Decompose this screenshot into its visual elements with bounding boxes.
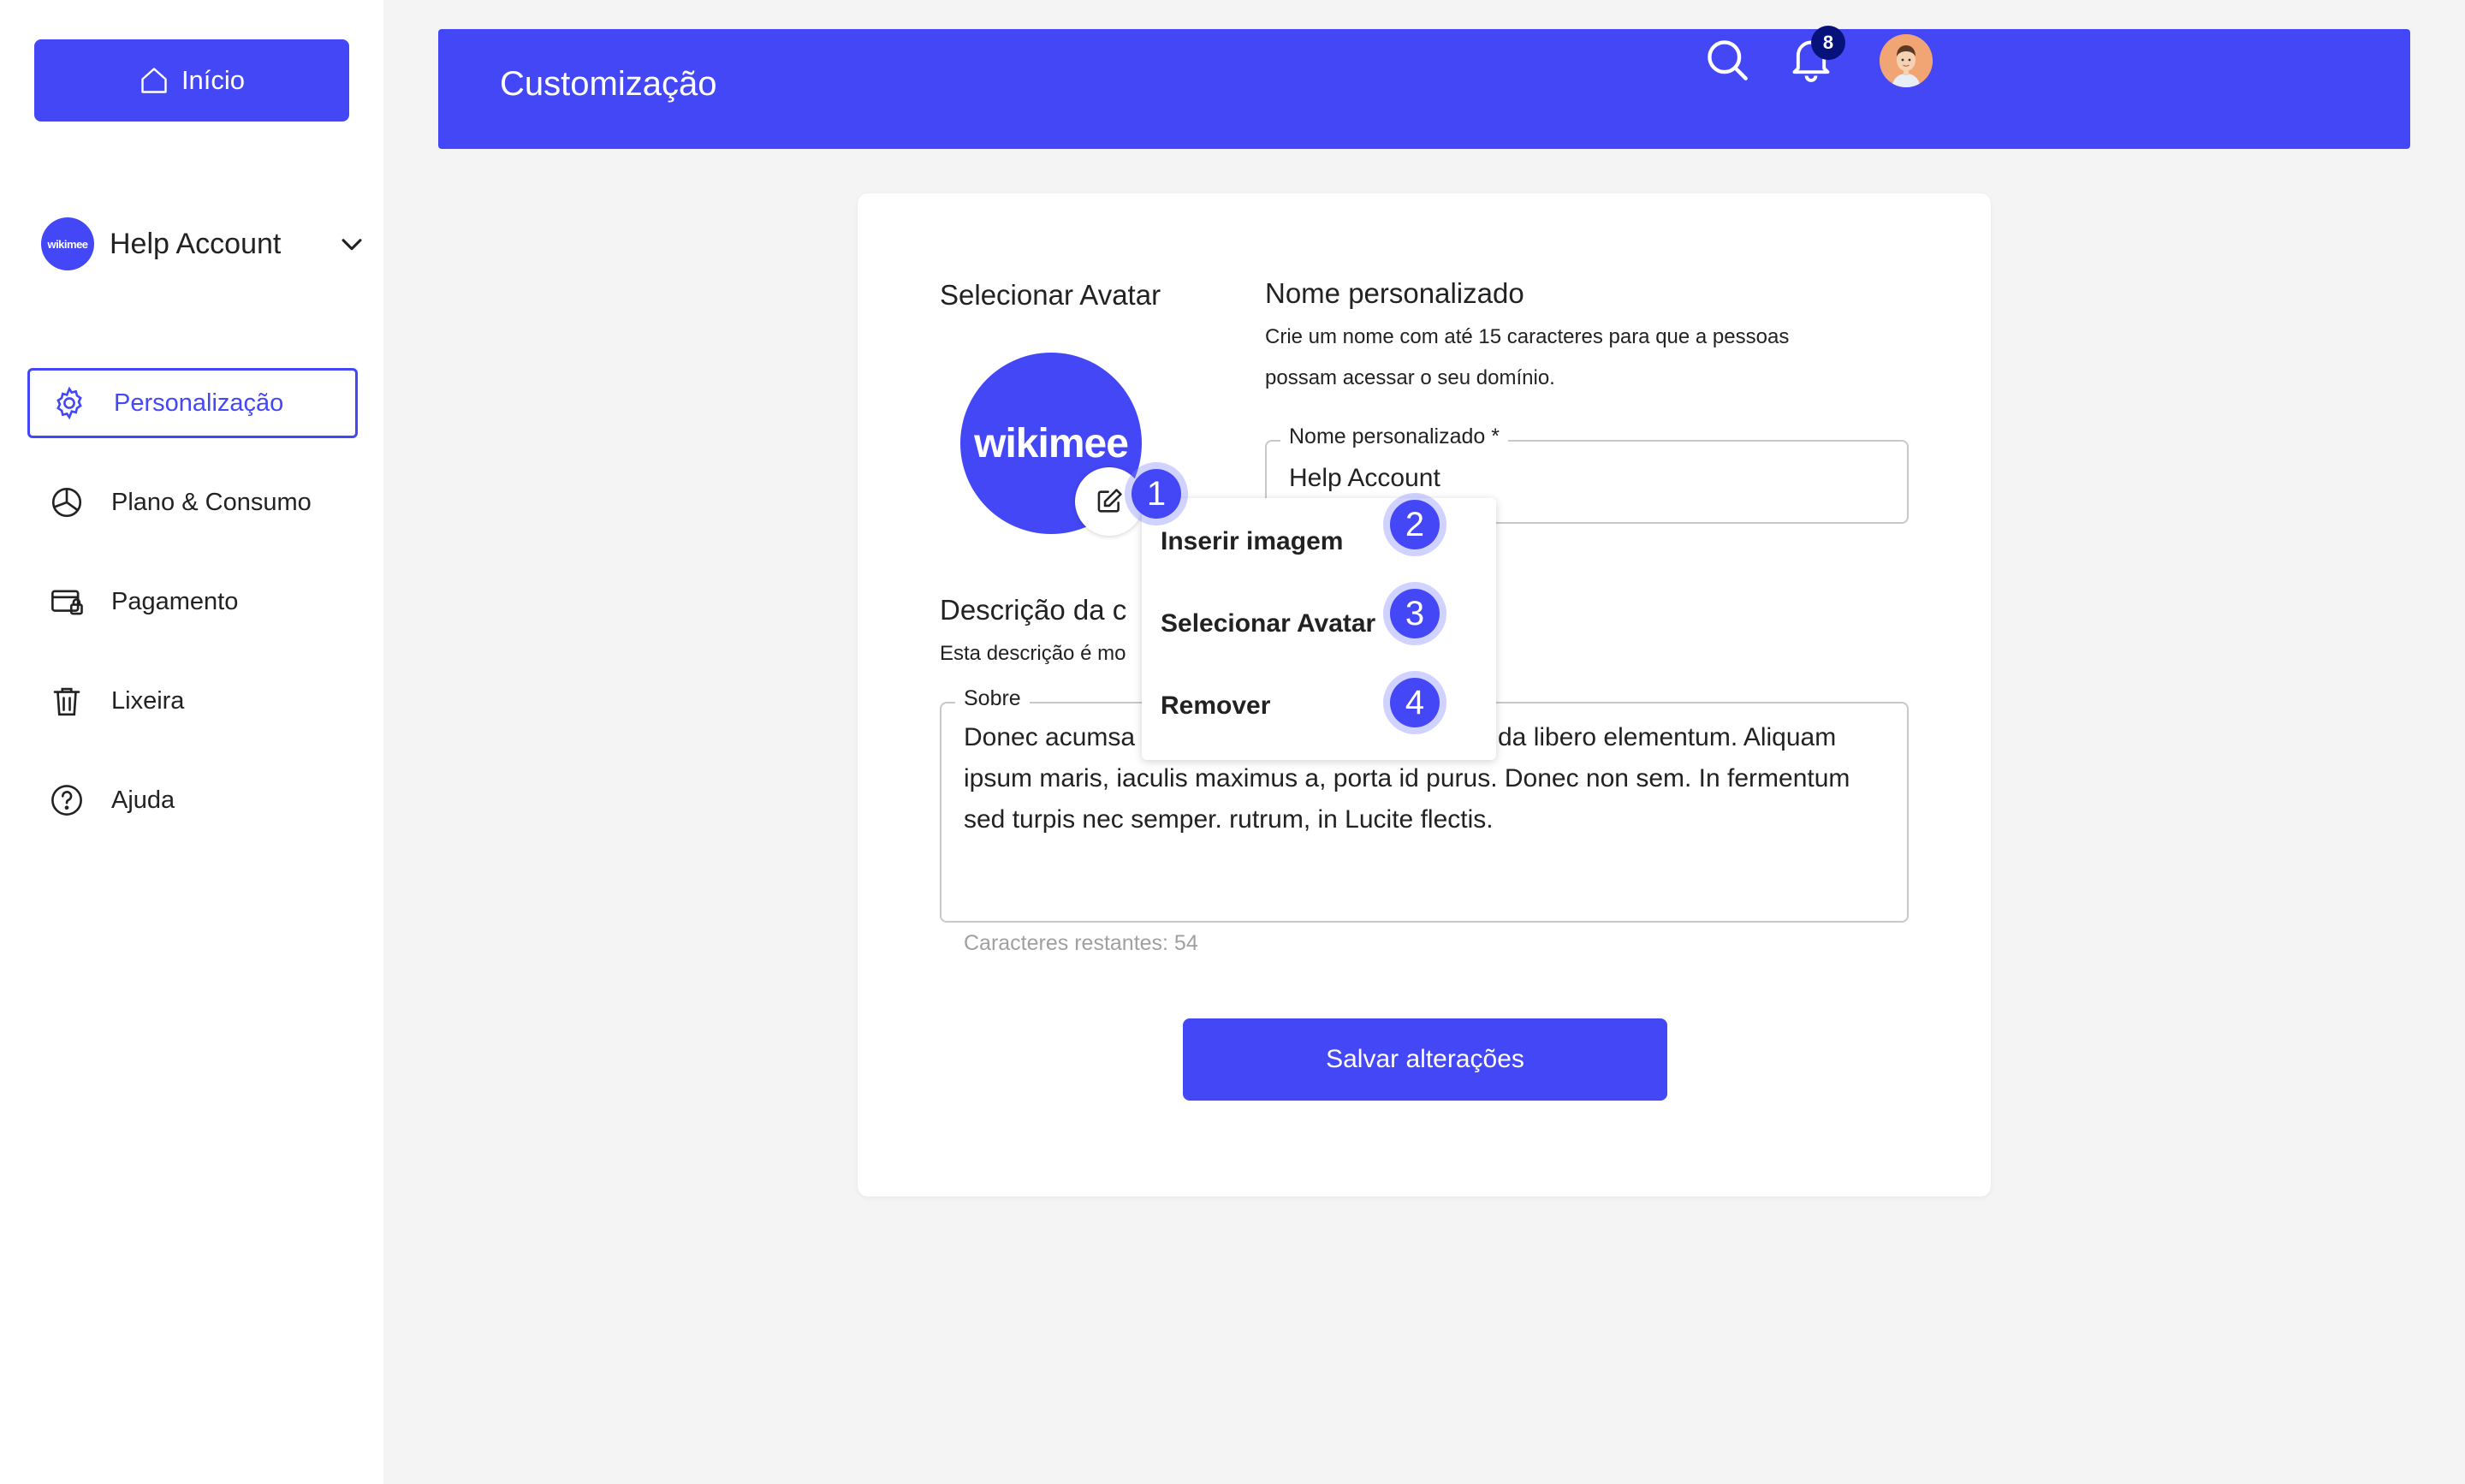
step-marker-2: 2: [1390, 500, 1440, 549]
avatar-options-menu: Inserir imagem Selecionar Avatar Remover: [1142, 498, 1496, 760]
user-avatar[interactable]: [1880, 34, 1933, 87]
custom-name-help-line2: possam acessar o seu domínio.: [1265, 366, 1555, 389]
step-marker-4: 4: [1390, 678, 1440, 727]
custom-name-help-line1: Crie um nome com até 15 caracteres para …: [1265, 325, 1790, 348]
pie-chart-icon: [48, 484, 86, 521]
home-button[interactable]: Início: [34, 39, 349, 122]
home-icon: [141, 68, 167, 93]
description-title: Descrição da c: [940, 594, 1127, 626]
sidebar-item-label: Ajuda: [111, 786, 175, 814]
sidebar-item-lixeira[interactable]: Lixeira: [27, 666, 358, 736]
home-button-label: Início: [181, 65, 246, 95]
payment-card-icon: [48, 583, 86, 620]
search-icon[interactable]: [1705, 38, 1749, 82]
description-help: Esta descrição é mo: [940, 642, 1126, 665]
notification-badge: 8: [1811, 26, 1845, 60]
top-header: Customização: [438, 29, 2410, 149]
account-switcher[interactable]: wikimee Help Account: [41, 217, 366, 270]
about-text-rest[interactable]: ipsum maris, iaculis maximus a, porta id…: [964, 758, 1888, 840]
step-marker-3: 3: [1390, 589, 1440, 638]
edit-icon: [1097, 489, 1122, 513]
avatar-section-title: Selecionar Avatar: [940, 279, 1161, 311]
account-name: Help Account: [110, 227, 282, 260]
trash-icon: [48, 682, 86, 720]
characters-remaining: Caracteres restantes: 54: [964, 931, 1198, 955]
sidebar-item-label: Pagamento: [111, 587, 239, 615]
custom-name-field-value[interactable]: Help Account: [1289, 464, 1440, 493]
menu-item-remove[interactable]: Remover: [1161, 692, 1270, 721]
sidebar-item-pagamento[interactable]: Pagamento: [27, 567, 358, 637]
custom-name-field-label: Nome personalizado *: [1280, 424, 1508, 449]
step-marker-1: 1: [1132, 469, 1181, 519]
sidebar-item-plano-consumo[interactable]: Plano & Consumo: [27, 467, 358, 537]
sidebar-item-label: Plano & Consumo: [111, 488, 312, 516]
gear-icon: [50, 384, 88, 422]
sidebar-item-personalizacao[interactable]: Personalização: [27, 368, 358, 438]
sidebar-item-ajuda[interactable]: Ajuda: [27, 765, 358, 835]
about-text-line1-end[interactable]: da libero elementum. Aliquam: [1498, 717, 1909, 758]
save-changes-button[interactable]: Salvar alterações: [1183, 1018, 1667, 1101]
about-field-label: Sobre: [955, 686, 1030, 711]
account-logo: wikimee: [41, 217, 94, 270]
user-face-icon: [1880, 34, 1933, 87]
sidebar-item-label: Lixeira: [111, 686, 185, 715]
chevron-down-icon[interactable]: [337, 229, 366, 258]
page-title: Customização: [500, 65, 717, 103]
menu-item-insert-image[interactable]: Inserir imagem: [1161, 527, 1343, 556]
sidebar: Início wikimee Help Account Personalizaç…: [0, 0, 383, 1484]
help-icon: [48, 781, 86, 819]
menu-item-select-avatar[interactable]: Selecionar Avatar: [1161, 609, 1375, 638]
custom-name-title: Nome personalizado: [1265, 277, 1524, 309]
sidebar-item-label: Personalização: [114, 389, 284, 417]
